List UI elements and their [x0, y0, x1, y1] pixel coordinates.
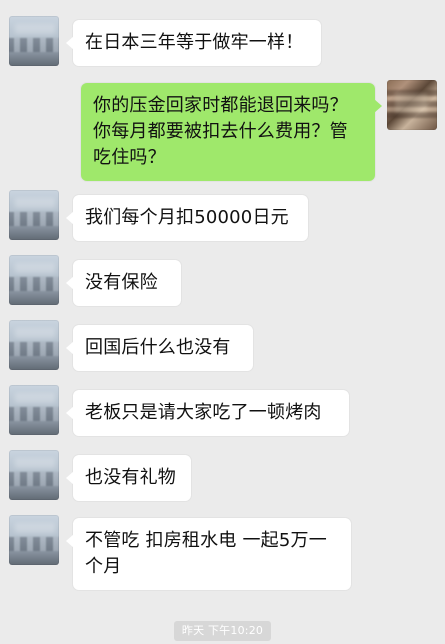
sender-avatar[interactable]	[9, 450, 59, 500]
message-bubble-left[interactable]: 回国后什么也没有	[66, 325, 253, 371]
sender-avatar[interactable]	[9, 320, 59, 370]
sender-avatar[interactable]	[9, 515, 59, 565]
self-avatar[interactable]	[387, 80, 437, 130]
sender-avatar[interactable]	[9, 255, 59, 305]
message-bubble-left[interactable]: 也没有礼物	[66, 455, 191, 501]
sender-avatar[interactable]	[9, 16, 59, 66]
sender-avatar[interactable]	[9, 385, 59, 435]
timestamp-label: 昨天 下午10:20	[173, 621, 272, 641]
message-bubble-left[interactable]: 我们每个月扣50000日元	[66, 195, 308, 241]
message-bubble-left[interactable]: 没有保险	[66, 260, 181, 306]
message-bubble-right[interactable]: 你的压金回家时都能退回来吗？你每月都要被扣去什么费用？管吃住吗？	[81, 83, 382, 181]
message-timestamp: 昨天 下午10:20	[0, 619, 445, 641]
message-bubble-left[interactable]: 老板只是请大家吃了一顿烤肉	[66, 390, 349, 436]
sender-avatar[interactable]	[9, 190, 59, 240]
message-bubble-left[interactable]: 不管吃 扣房租水电 一起5万一个月	[66, 518, 351, 590]
message-bubble-left[interactable]: 在日本三年等于做牢一样！	[66, 20, 321, 66]
chat-area: 在日本三年等于做牢一样！ 你的压金回家时都能退回来吗？你每月都要被扣去什么费用？…	[0, 0, 445, 644]
